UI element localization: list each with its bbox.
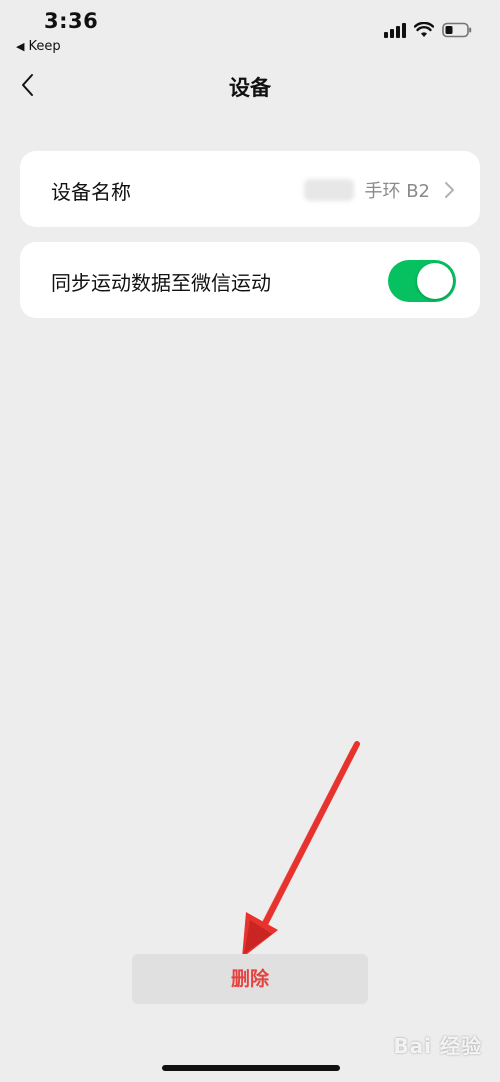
chevron-right-icon [445,182,454,198]
navigation-bar: 设备 [0,62,500,108]
sync-sport-label: 同步运动数据至微信运动 [51,271,271,295]
blurred-redaction [304,179,355,201]
device-name-row[interactable]: 设备名称 手环 B2 [20,151,480,227]
status-bar: 3:36 ◀ Keep [0,0,500,62]
device-name-label: 设备名称 [51,180,131,204]
cellular-signal-icon [384,23,406,38]
toggle-knob [417,263,453,299]
device-name-value: 手环 B2 [364,181,430,202]
device-name-value-group: 手环 B2 [304,177,456,203]
back-triangle-icon: ◀ [16,40,25,53]
page-title: 设备 [229,76,271,100]
back-app-label: Keep [28,39,61,54]
status-time: 3:36 [44,9,99,33]
sync-sport-row: 同步运动数据至微信运动 [20,242,480,318]
battery-icon [442,22,472,38]
back-to-app-link[interactable]: ◀ Keep [16,39,61,54]
wifi-icon [414,22,434,37]
baidu-watermark-logo: Bai 经验 [393,1034,482,1058]
home-indicator[interactable] [162,1065,340,1071]
status-icons [384,22,472,38]
delete-button[interactable]: 删除 [132,954,368,1004]
sync-sport-toggle[interactable] [388,260,456,302]
